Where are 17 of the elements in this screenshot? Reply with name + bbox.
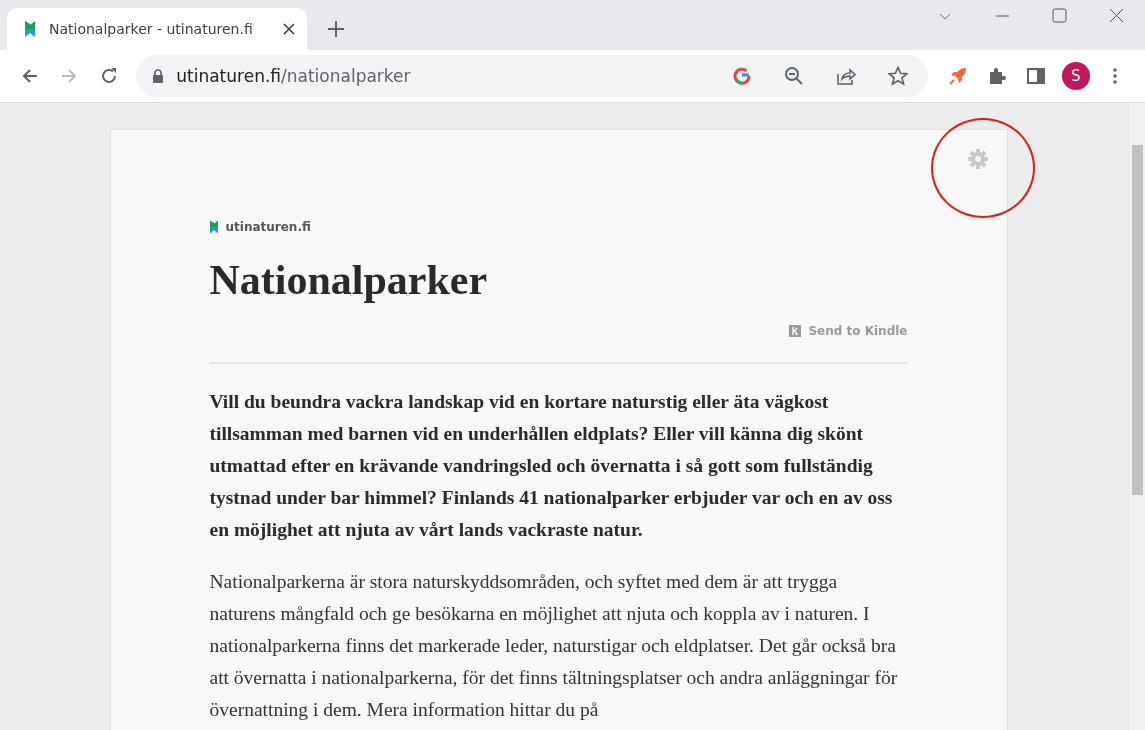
browser-tab[interactable]: Nationalparker - utinaturen.fi — [7, 8, 307, 50]
lead-paragraph: Vill du beundra vackra landskap vid en kortare naturstig eller äta vägkost tillsamman med barnen vid en underhållen eldplats? Eller vill känna dig skönt utmattad efter en krävande vandringsled och övernatta i så gott som fullständig tystnad under bar himmel? Finlands 41 nationalparker erbjuder var och en av oss en möjlighet att njuta av vårt lands vackraste natur. — [209, 390, 894, 542]
share-icon[interactable] — [836, 66, 857, 86]
site-logo-icon — [209, 220, 218, 234]
zoom-out-icon[interactable] — [784, 66, 805, 86]
kindle-icon[interactable] — [789, 325, 802, 337]
address-bar[interactable]: utinaturen.fi/nationalparker — [136, 55, 929, 97]
lock-icon — [152, 69, 165, 83]
site-logo-icon — [25, 21, 35, 37]
article-title: Nationalparker — [209, 256, 489, 304]
site-name: utinaturen.fi — [225, 220, 311, 234]
close-icon[interactable] — [283, 23, 295, 35]
google-icon[interactable] — [733, 67, 752, 85]
scrollbar[interactable] — [1130, 103, 1145, 730]
profile-avatar[interactable]: S — [1061, 62, 1090, 90]
body-paragraph: Nationalparkerna är stora naturskyddsområden, och syftet med dem är att trygga naturens mångfald och ge besökarna en möjlighet att njuta och koppla av i naturen. I nationalparkerna finns det markerade leder, naturstigar och eldplatser. Det går också bra att övernatta i nationalparkerna, för det finns tältningsplatser och andra anläggningar för övernattning i dem. Mera information hittar du på — [209, 570, 899, 722]
star-icon[interactable] — [888, 66, 909, 86]
